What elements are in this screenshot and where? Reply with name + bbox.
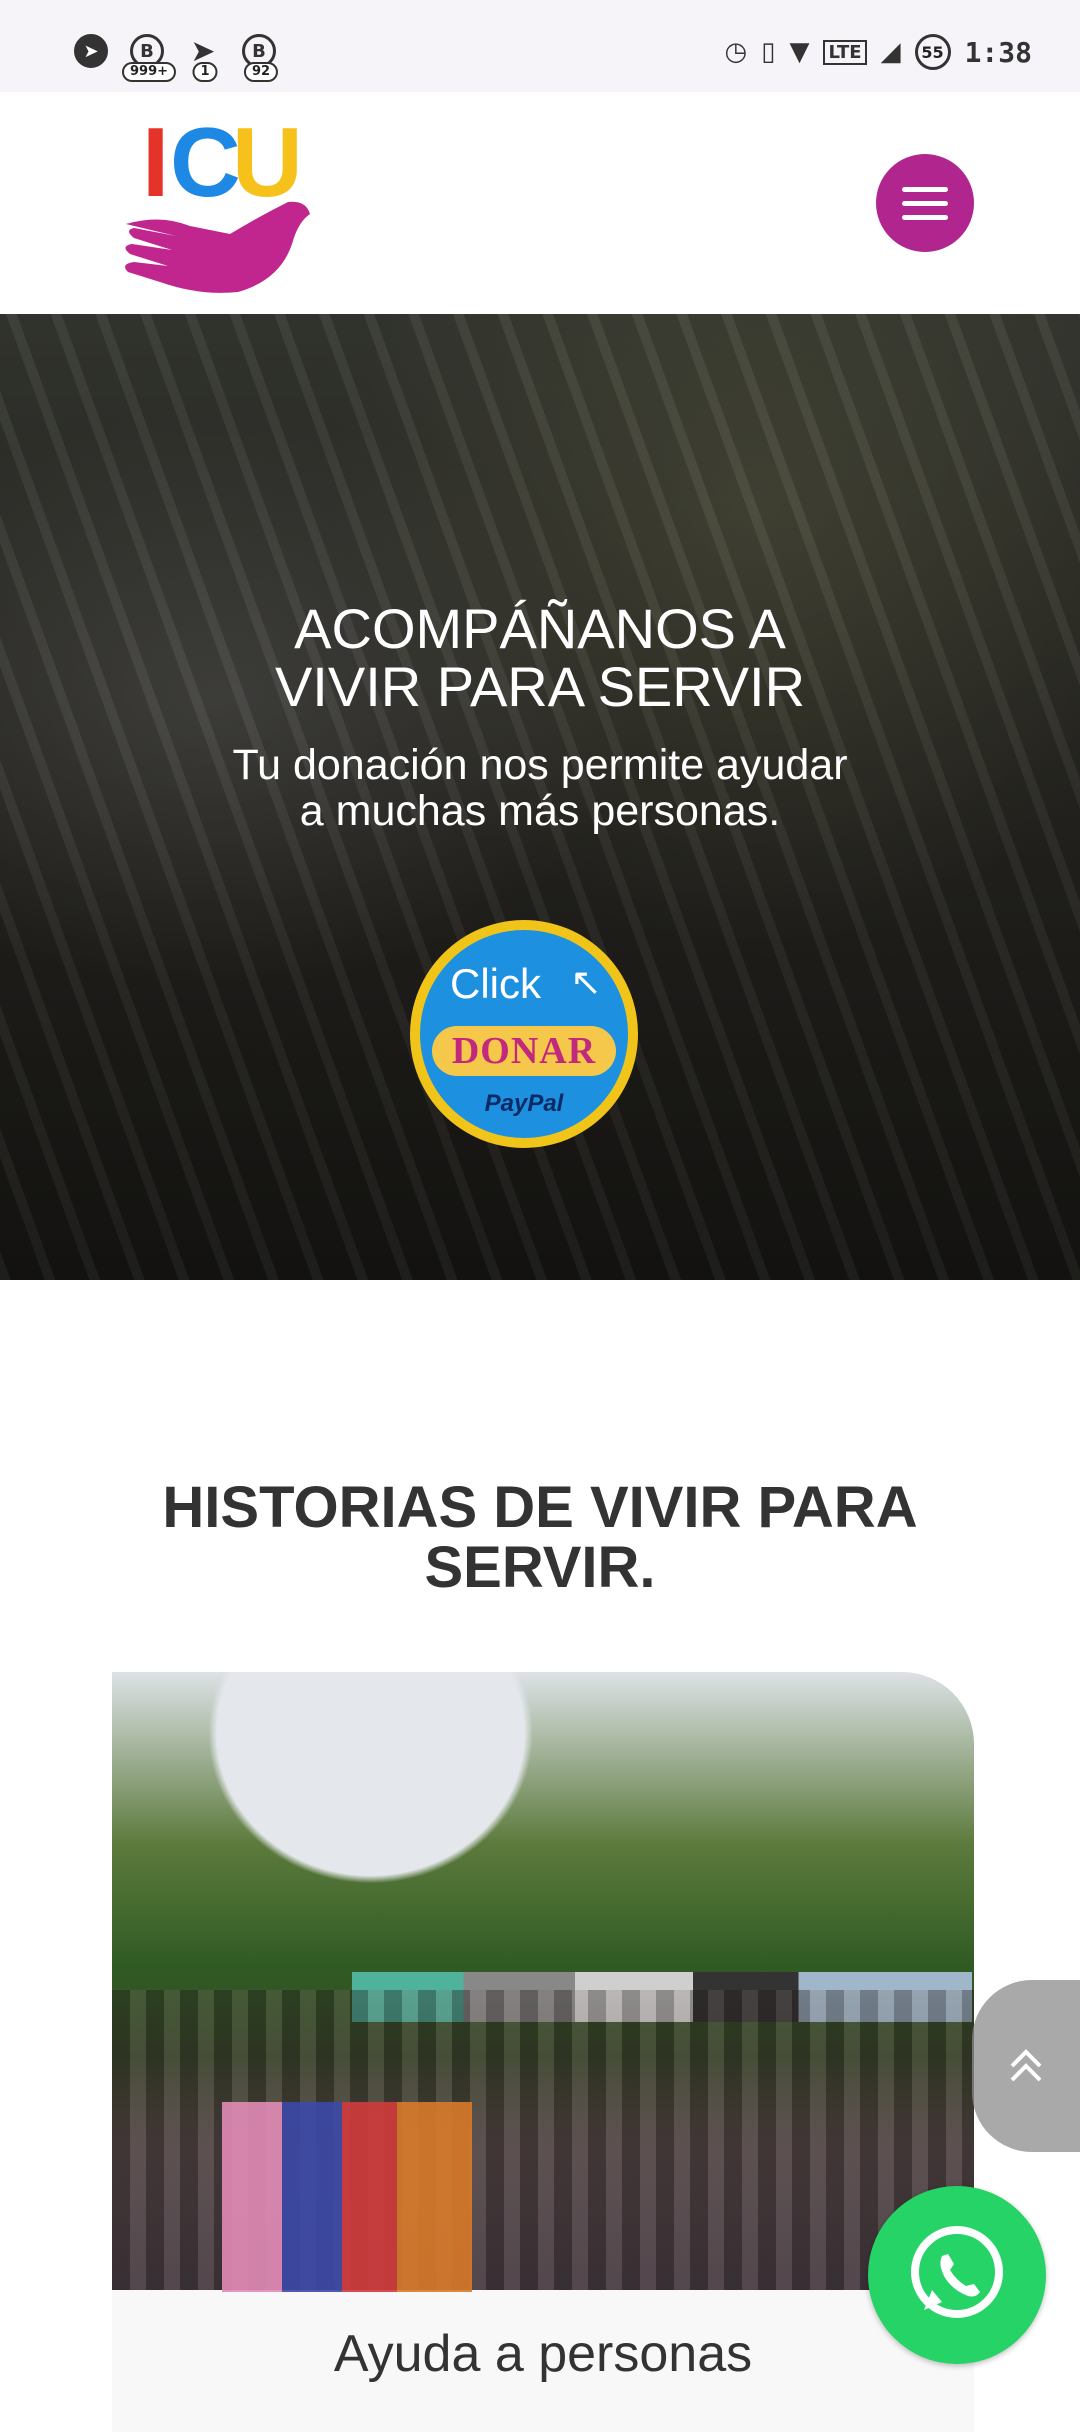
cursor-icon: ↖ [570, 960, 602, 1004]
whatsapp-icon [911, 2226, 1003, 2318]
menu-line [902, 200, 948, 206]
vibrate-icon: ▯ [761, 37, 776, 67]
wifi-icon: ▼ [789, 37, 810, 67]
status-bar: ➤ B 999+ ➤ 1 B 92 ◷ ▯ ▼ LTE ◢ 55 1:38 [0, 0, 1080, 92]
menu-line [902, 214, 948, 220]
site-header: I C U [0, 92, 1080, 314]
donate-label: DONAR [432, 1026, 616, 1076]
telegram-icon: ➤ [74, 34, 112, 72]
b-app-icon: B 92 [242, 34, 280, 82]
paypal-label: PayPal [484, 1090, 564, 1117]
svg-text:U: U [232, 107, 303, 217]
story-card[interactable]: Ayuda a personas [112, 1672, 974, 2432]
notification-badge: 92 [243, 62, 279, 82]
notification-icons: ➤ B 999+ ➤ 1 B 92 [74, 34, 280, 82]
hamburger-menu-button[interactable] [876, 154, 974, 252]
volte-icon: LTE [823, 39, 867, 65]
scroll-to-top-button[interactable] [972, 1980, 1080, 2152]
svg-text:C: C [170, 107, 241, 217]
stories-heading: HISTORIAS DE VIVIR PARA SERVIR. [162, 1475, 918, 1600]
whatsapp-button[interactable] [868, 2186, 1046, 2364]
story-card-title[interactable]: Ayuda a personas [112, 2324, 974, 2384]
alarm-icon: ◷ [724, 37, 748, 67]
donate-paypal-button[interactable]: Click ↖ DONAR PayPal [410, 920, 638, 1148]
double-chevron-up-icon [1010, 2049, 1042, 2082]
telegram-icon: ➤ 1 [186, 34, 224, 82]
battery-icon: 55 [914, 34, 951, 70]
menu-line [902, 186, 948, 192]
system-icons: ◷ ▯ ▼ LTE ◢ 55 1:38 [724, 34, 1032, 70]
site-logo[interactable]: I C U [120, 104, 320, 304]
hero-banner: ACOMPÁÑANOS A VIVIR PARA SERVIR Tu donac… [0, 314, 1080, 1280]
notification-badge: 1 [192, 62, 218, 82]
clock: 1:38 [964, 35, 1032, 69]
notification-badge: 999+ [121, 62, 177, 82]
signal-icon: ◢ [880, 37, 901, 67]
hero-title: ACOMPÁÑANOS A VIVIR PARA SERVIR [274, 597, 806, 718]
hero-subtitle: Tu donación nos permite ayudar a muchas … [232, 741, 848, 835]
b-app-icon: B 999+ [121, 34, 177, 82]
svg-text:I: I [142, 107, 169, 217]
story-card-image [112, 1672, 974, 2292]
donate-click-text: Click [450, 960, 541, 1007]
